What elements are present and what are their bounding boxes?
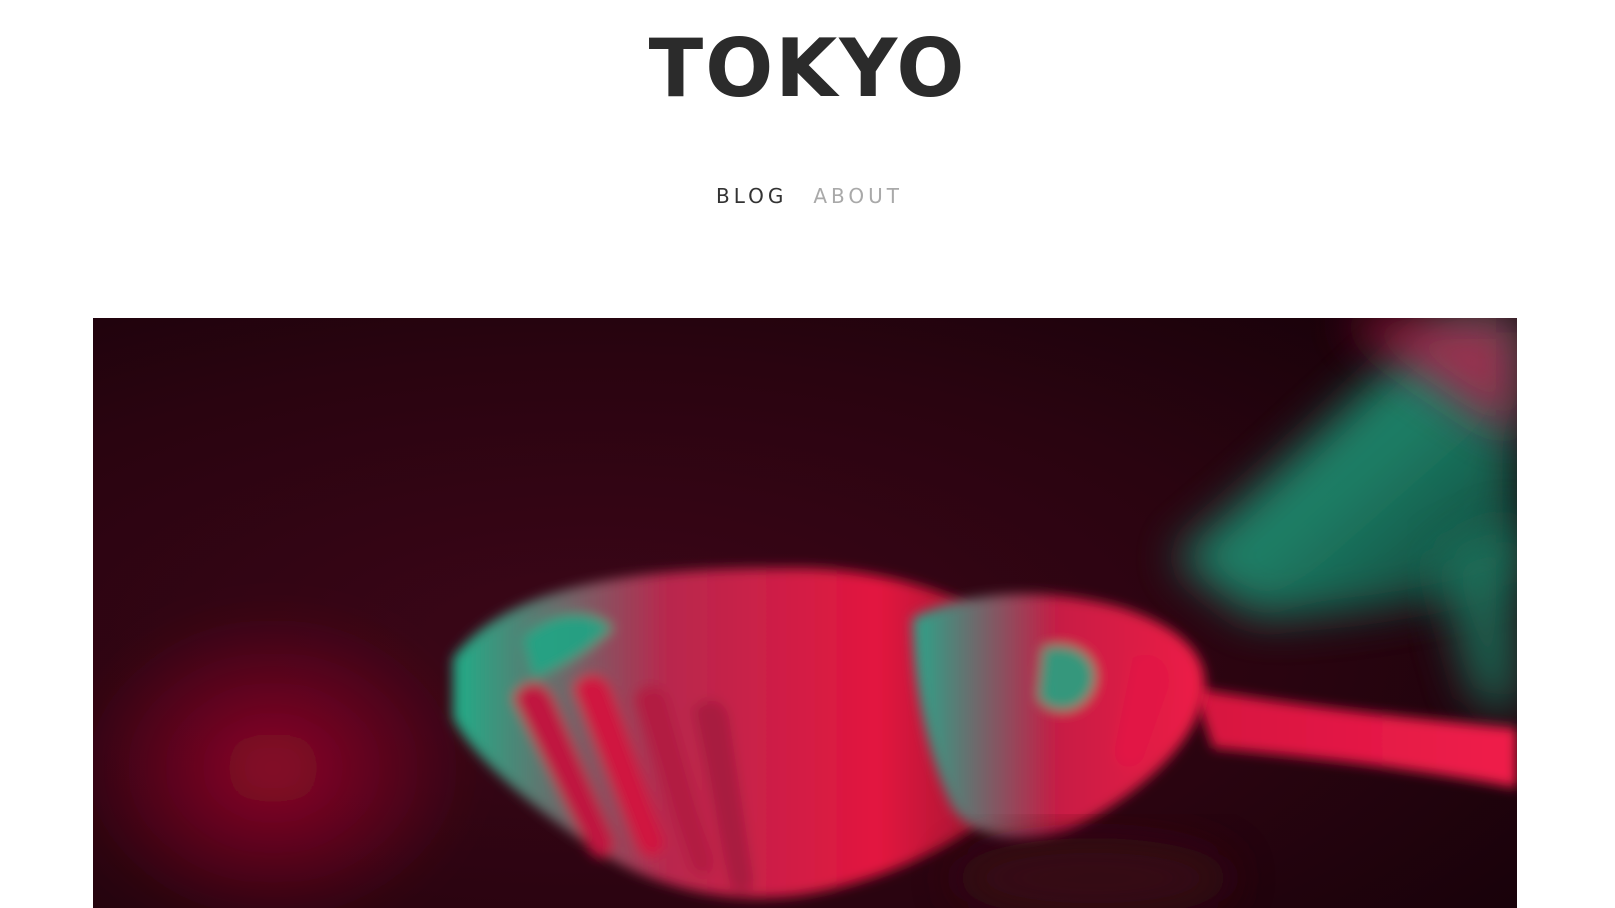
hero-image xyxy=(93,318,1517,908)
hero-photo-hands xyxy=(93,318,1517,908)
nav-link-about[interactable]: ABOUT xyxy=(813,180,903,212)
site-title[interactable]: TOKYO xyxy=(0,24,1615,114)
main-nav: BLOG ABOUT xyxy=(0,180,1615,212)
nav-link-blog[interactable]: BLOG xyxy=(716,180,787,212)
site-header: TOKYO BLOG ABOUT xyxy=(0,0,1615,300)
